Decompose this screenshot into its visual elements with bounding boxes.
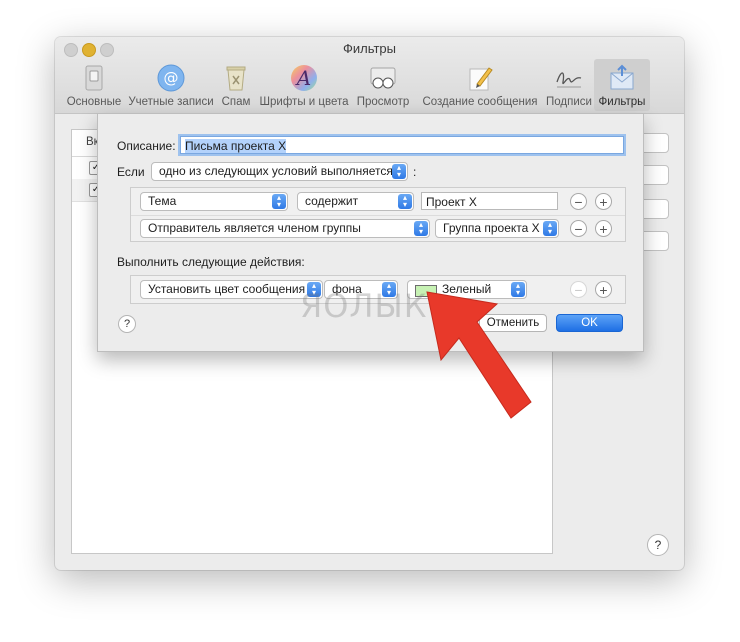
- watermark: ЯОЛЫК: [300, 287, 428, 325]
- condition-field-popup[interactable]: Тема ▴ ▾: [140, 192, 288, 211]
- toolbar-item-junk[interactable]: Спам: [217, 59, 255, 111]
- window-help-button[interactable]: ?: [647, 534, 669, 556]
- chevron-updown-icon: ▴ ▾: [543, 221, 557, 236]
- toolbar-label: Подписи: [546, 96, 592, 108]
- toolbar-label: Учетные записи: [128, 96, 214, 108]
- toolbar-item-rules[interactable]: Фильтры: [594, 59, 650, 111]
- condition-row: Тема ▴ ▾ содержит ▴ ▾ Проект Х − +: [131, 188, 625, 214]
- condition-operator-popup[interactable]: содержит ▴ ▾: [297, 192, 414, 211]
- at-icon: @: [156, 63, 186, 93]
- glasses-icon: [368, 63, 398, 93]
- add-action-button[interactable]: +: [595, 281, 612, 298]
- conditions-box: Тема ▴ ▾ содержит ▴ ▾ Проект Х − + Отправи…: [130, 187, 626, 242]
- chevron-updown-icon: ▴ ▾: [398, 194, 412, 209]
- condition-value-field[interactable]: Проект Х: [421, 192, 558, 210]
- svg-text:@: @: [164, 69, 179, 87]
- condition-group-value: Группа проекта Х: [443, 221, 540, 235]
- chevron-updown-icon: ▴ ▾: [392, 164, 406, 179]
- description-field[interactable]: Письма проекта Х: [180, 136, 624, 154]
- remove-action-button[interactable]: −: [570, 281, 587, 298]
- description-label: Описание:: [117, 139, 176, 153]
- signature-icon: [554, 63, 584, 93]
- window-title: Фильтры: [342, 41, 396, 56]
- actions-label: Выполнить следующие действия:: [117, 255, 305, 269]
- condition-mode-value: одно из следующих условий выполняется: [159, 164, 393, 178]
- action-type-popup[interactable]: Установить цвет сообщения ▴ ▾: [140, 280, 323, 299]
- pencil-icon: [465, 63, 495, 93]
- description-value: Письма проекта Х: [185, 139, 287, 153]
- svg-text:A: A: [295, 66, 311, 90]
- add-condition-button[interactable]: +: [595, 220, 612, 237]
- toolbar-label: Фильтры: [598, 96, 646, 108]
- switch-icon: [79, 63, 109, 93]
- toolbar-label: Создание сообщения: [422, 96, 538, 108]
- condition-operator-value: содержит: [305, 194, 359, 208]
- colon-label: :: [413, 165, 417, 179]
- ok-button[interactable]: OK: [556, 314, 623, 332]
- toolbar-item-viewing[interactable]: Просмотр: [352, 59, 414, 111]
- chevron-updown-icon: ▴ ▾: [414, 221, 428, 236]
- filter-envelope-icon: [607, 63, 637, 93]
- condition-field-value: Тема: [148, 194, 177, 208]
- toolbar-label: Спам: [221, 96, 251, 108]
- toolbar-item-fonts-colors[interactable]: A Шрифты и цвета: [257, 59, 351, 111]
- help-button[interactable]: ?: [118, 315, 136, 333]
- condition-row: Отправитель является членом группы ▴ ▾ Гр…: [131, 215, 625, 242]
- toolbar-item-general[interactable]: Основные: [63, 59, 125, 111]
- font-a-icon: A: [289, 63, 319, 93]
- toolbar-label: Основные: [66, 96, 122, 108]
- chevron-updown-icon: ▴ ▾: [272, 194, 286, 209]
- condition-group-popup[interactable]: Группа проекта Х ▴ ▾: [435, 219, 559, 238]
- toolbar-item-accounts[interactable]: @ Учетные записи: [125, 59, 217, 111]
- toolbar-label: Просмотр: [356, 96, 410, 108]
- condition-field-value: Отправитель является членом группы: [148, 221, 361, 235]
- condition-mode-popup[interactable]: одно из следующих условий выполняется ▴ ▾: [151, 162, 408, 181]
- add-condition-button[interactable]: +: [595, 193, 612, 210]
- action-type-value: Установить цвет сообщения: [148, 282, 306, 296]
- condition-field-popup[interactable]: Отправитель является членом группы ▴ ▾: [140, 219, 430, 238]
- toolbar-label: Шрифты и цвета: [259, 96, 349, 108]
- remove-condition-button[interactable]: −: [570, 220, 587, 237]
- red-arrow-annotation: [426, 291, 532, 419]
- remove-condition-button[interactable]: −: [570, 193, 587, 210]
- junk-bin-icon: [221, 63, 251, 93]
- toolbar-item-composing[interactable]: Создание сообщения: [417, 59, 543, 111]
- titlebar: Фильтры Основные @ Учетные записи Спам A…: [55, 37, 684, 114]
- toolbar-item-signatures[interactable]: Подписи: [543, 59, 595, 111]
- if-label: Если: [117, 165, 145, 179]
